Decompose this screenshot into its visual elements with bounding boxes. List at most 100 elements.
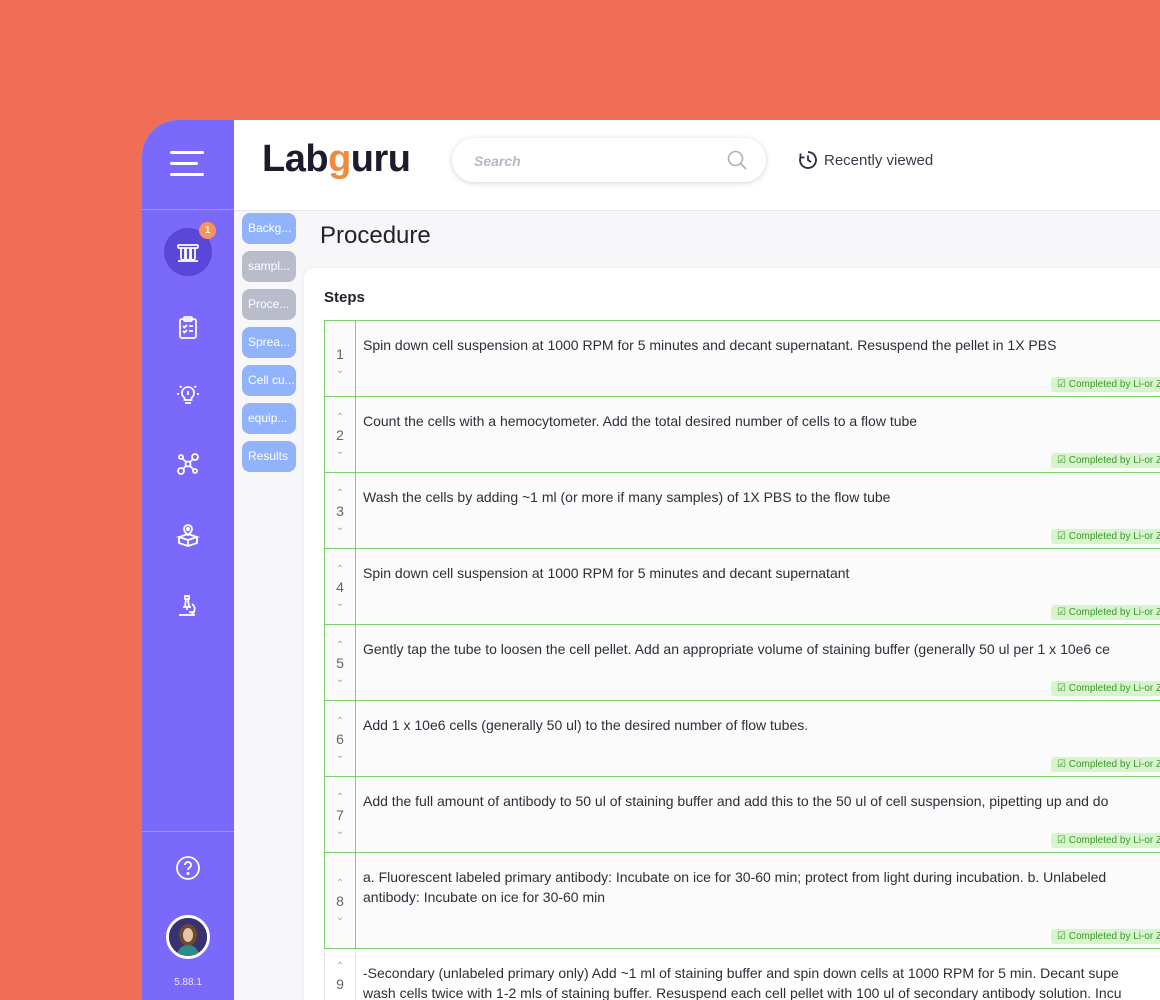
completed-label: Completed by Li-or Zach o	[1068, 931, 1160, 942]
chevron-up-icon[interactable]: ⌃	[336, 962, 344, 972]
completed-badge: ☑ Completed by Li-or Zach o	[1051, 833, 1160, 848]
clock-icon	[799, 151, 817, 169]
completed-label: Completed by Li-or Zach o	[1068, 379, 1160, 390]
section-pill[interactable]: Cell cu...	[242, 365, 296, 396]
lightbulb-icon	[177, 385, 199, 404]
step-text[interactable]: Spin down cell suspension at 1000 RPM fo…	[356, 549, 1160, 624]
help-icon	[176, 856, 200, 880]
completed-label: Completed by Li-or Zach o	[1068, 607, 1160, 618]
sidebar-item-experiments[interactable]: 1	[164, 222, 216, 276]
sidebar-item-protocols[interactable]	[164, 304, 212, 352]
sidebar-item-equipment[interactable]	[164, 582, 212, 630]
step-number-column: 1 ⌄	[325, 321, 356, 396]
chevron-down-icon[interactable]: ⌄	[336, 996, 344, 1000]
completed-badge: ☑ Completed by Li-or Zach o	[1051, 757, 1160, 772]
step-text[interactable]: Count the cells with a hemocytometer. Ad…	[356, 397, 1160, 472]
chevron-down-icon[interactable]: ⌄	[336, 522, 344, 533]
step-row: ⌃ 5 ⌄ Gently tap the tube to loosen the …	[324, 625, 1160, 701]
step-number-column: ⌃ 5 ⌄	[325, 625, 356, 700]
step-text[interactable]: Add 1 x 10e6 cells (generally 50 ul) to …	[356, 701, 1160, 776]
chevron-up-icon[interactable]: ⌃	[336, 640, 344, 651]
step-number-column: ⌃ 9 ⌄	[325, 949, 356, 1000]
completed-label: Completed by Li-or Zach o	[1068, 531, 1160, 542]
step-text[interactable]: Wash the cells by adding ~1 ml (or more …	[356, 473, 1160, 548]
box-location-icon	[176, 524, 200, 547]
chevron-up-icon[interactable]: ⌃	[336, 488, 344, 499]
sidebar-item-projects[interactable]	[164, 371, 212, 419]
chevron-up-icon[interactable]: ⌃	[336, 792, 344, 803]
chevron-up-icon[interactable]: ⌃	[336, 878, 344, 889]
section-nav: Backg... sampl... Proce... Sprea... Cell…	[242, 213, 297, 479]
sidebar-divider	[142, 831, 234, 832]
sidebar-divider	[142, 209, 234, 210]
section-pill[interactable]: equip...	[242, 403, 296, 434]
notification-badge: 1	[199, 222, 216, 239]
step-row: ⌃ 7 ⌄ Add the full amount of antibody to…	[324, 777, 1160, 853]
sidebar-item-inventory[interactable]	[164, 512, 212, 560]
step-number: 7	[336, 806, 344, 823]
chevron-down-icon[interactable]: ⌄	[336, 674, 344, 685]
step-row: ⌃ 2 ⌄ Count the cells with a hemocytomet…	[324, 397, 1160, 473]
step-number: 3	[336, 502, 344, 519]
version-label: 5.88.1	[174, 977, 202, 988]
step-text[interactable]: -Secondary (unlabeled primary only) Add …	[356, 949, 1160, 1000]
steps-card: Steps 1 ⌄ Spin down cell suspension at 1…	[304, 268, 1160, 1000]
section-pill[interactable]: sampl...	[242, 251, 296, 282]
completed-label: Completed by Li-or Zach o	[1068, 759, 1160, 770]
search-icon[interactable]	[726, 149, 748, 171]
step-row: 1 ⌄ Spin down cell suspension at 1000 RP…	[324, 320, 1160, 397]
step-row: ⌃ 6 ⌄ Add 1 x 10e6 cells (generally 50 u…	[324, 701, 1160, 777]
section-pill[interactable]: Proce...	[242, 289, 296, 320]
chevron-down-icon[interactable]: ⌄	[336, 365, 344, 376]
chevron-up-icon[interactable]: ⌃	[336, 716, 344, 727]
completed-badge: ☑ Completed by Li-or Zach o	[1051, 529, 1160, 544]
completed-label: Completed by Li-or Zach o	[1068, 455, 1160, 466]
chevron-down-icon[interactable]: ⌄	[336, 598, 344, 609]
chevron-down-icon[interactable]: ⌄	[336, 446, 344, 457]
step-number: 4	[336, 578, 344, 595]
section-pill[interactable]: Backg...	[242, 213, 296, 244]
step-number: 2	[336, 426, 344, 443]
chevron-down-icon[interactable]: ⌄	[336, 750, 344, 761]
search-input[interactable]	[472, 150, 716, 172]
section-pill[interactable]: Sprea...	[242, 327, 296, 358]
avatar[interactable]	[166, 915, 210, 959]
step-text[interactable]: Spin down cell suspension at 1000 RPM fo…	[356, 321, 1160, 396]
step-number: 9	[336, 976, 344, 992]
step-text[interactable]: a. Fluorescent labeled primary antibody:…	[356, 853, 1160, 948]
recently-viewed-button[interactable]: Recently viewed	[798, 150, 933, 170]
step-number-column: ⌃ 8 ⌄	[325, 853, 356, 948]
user-photo-icon	[169, 918, 207, 956]
step-number-column: ⌃ 6 ⌄	[325, 701, 356, 776]
step-row: ⌃ 3 ⌄ Wash the cells by adding ~1 ml (or…	[324, 473, 1160, 549]
logo[interactable]: Labguru	[262, 138, 411, 181]
sidebar-item-collections[interactable]	[164, 440, 212, 488]
completed-badge: ☑ Completed by Li-or Zach o	[1051, 605, 1160, 620]
step-number: 6	[336, 730, 344, 747]
chevron-up-icon[interactable]: ⌃	[336, 564, 344, 575]
top-bar: Labguru Recently viewed	[234, 120, 1160, 211]
app-window: 1 5.88.1 Labguru Search Recently viewed …	[142, 120, 1160, 1000]
completed-badge: ☑ Completed by Li-or Zach o	[1051, 929, 1160, 944]
step-row: ⌃ 9 ⌄ -Secondary (unlabeled primary only…	[324, 949, 1160, 1000]
section-pill[interactable]: Results	[242, 441, 296, 472]
search-box	[452, 138, 766, 182]
step-text[interactable]: Gently tap the tube to loosen the cell p…	[356, 625, 1160, 700]
menu-icon[interactable]	[170, 151, 204, 177]
step-number-column: ⌃ 2 ⌄	[325, 397, 356, 472]
steps-heading: Steps	[324, 289, 365, 306]
chevron-down-icon[interactable]: ⌄	[336, 826, 344, 837]
chevron-down-icon[interactable]: ⌄	[336, 912, 344, 923]
recently-viewed-label: Recently viewed	[824, 151, 934, 169]
test-tubes-icon	[177, 244, 199, 262]
page-title: Procedure	[320, 222, 431, 249]
help-button[interactable]	[164, 844, 212, 892]
step-text[interactable]: Add the full amount of antibody to 50 ul…	[356, 777, 1160, 852]
clipboard-icon	[179, 316, 197, 339]
chevron-up-icon[interactable]: ⌃	[336, 412, 344, 423]
completed-label: Completed by Li-or Zach o	[1068, 683, 1160, 694]
step-number: 8	[336, 892, 344, 909]
steps-list: 1 ⌄ Spin down cell suspension at 1000 RP…	[324, 320, 1160, 1000]
step-number: 1	[336, 345, 344, 362]
step-number-column: ⌃ 4 ⌄	[325, 549, 356, 624]
